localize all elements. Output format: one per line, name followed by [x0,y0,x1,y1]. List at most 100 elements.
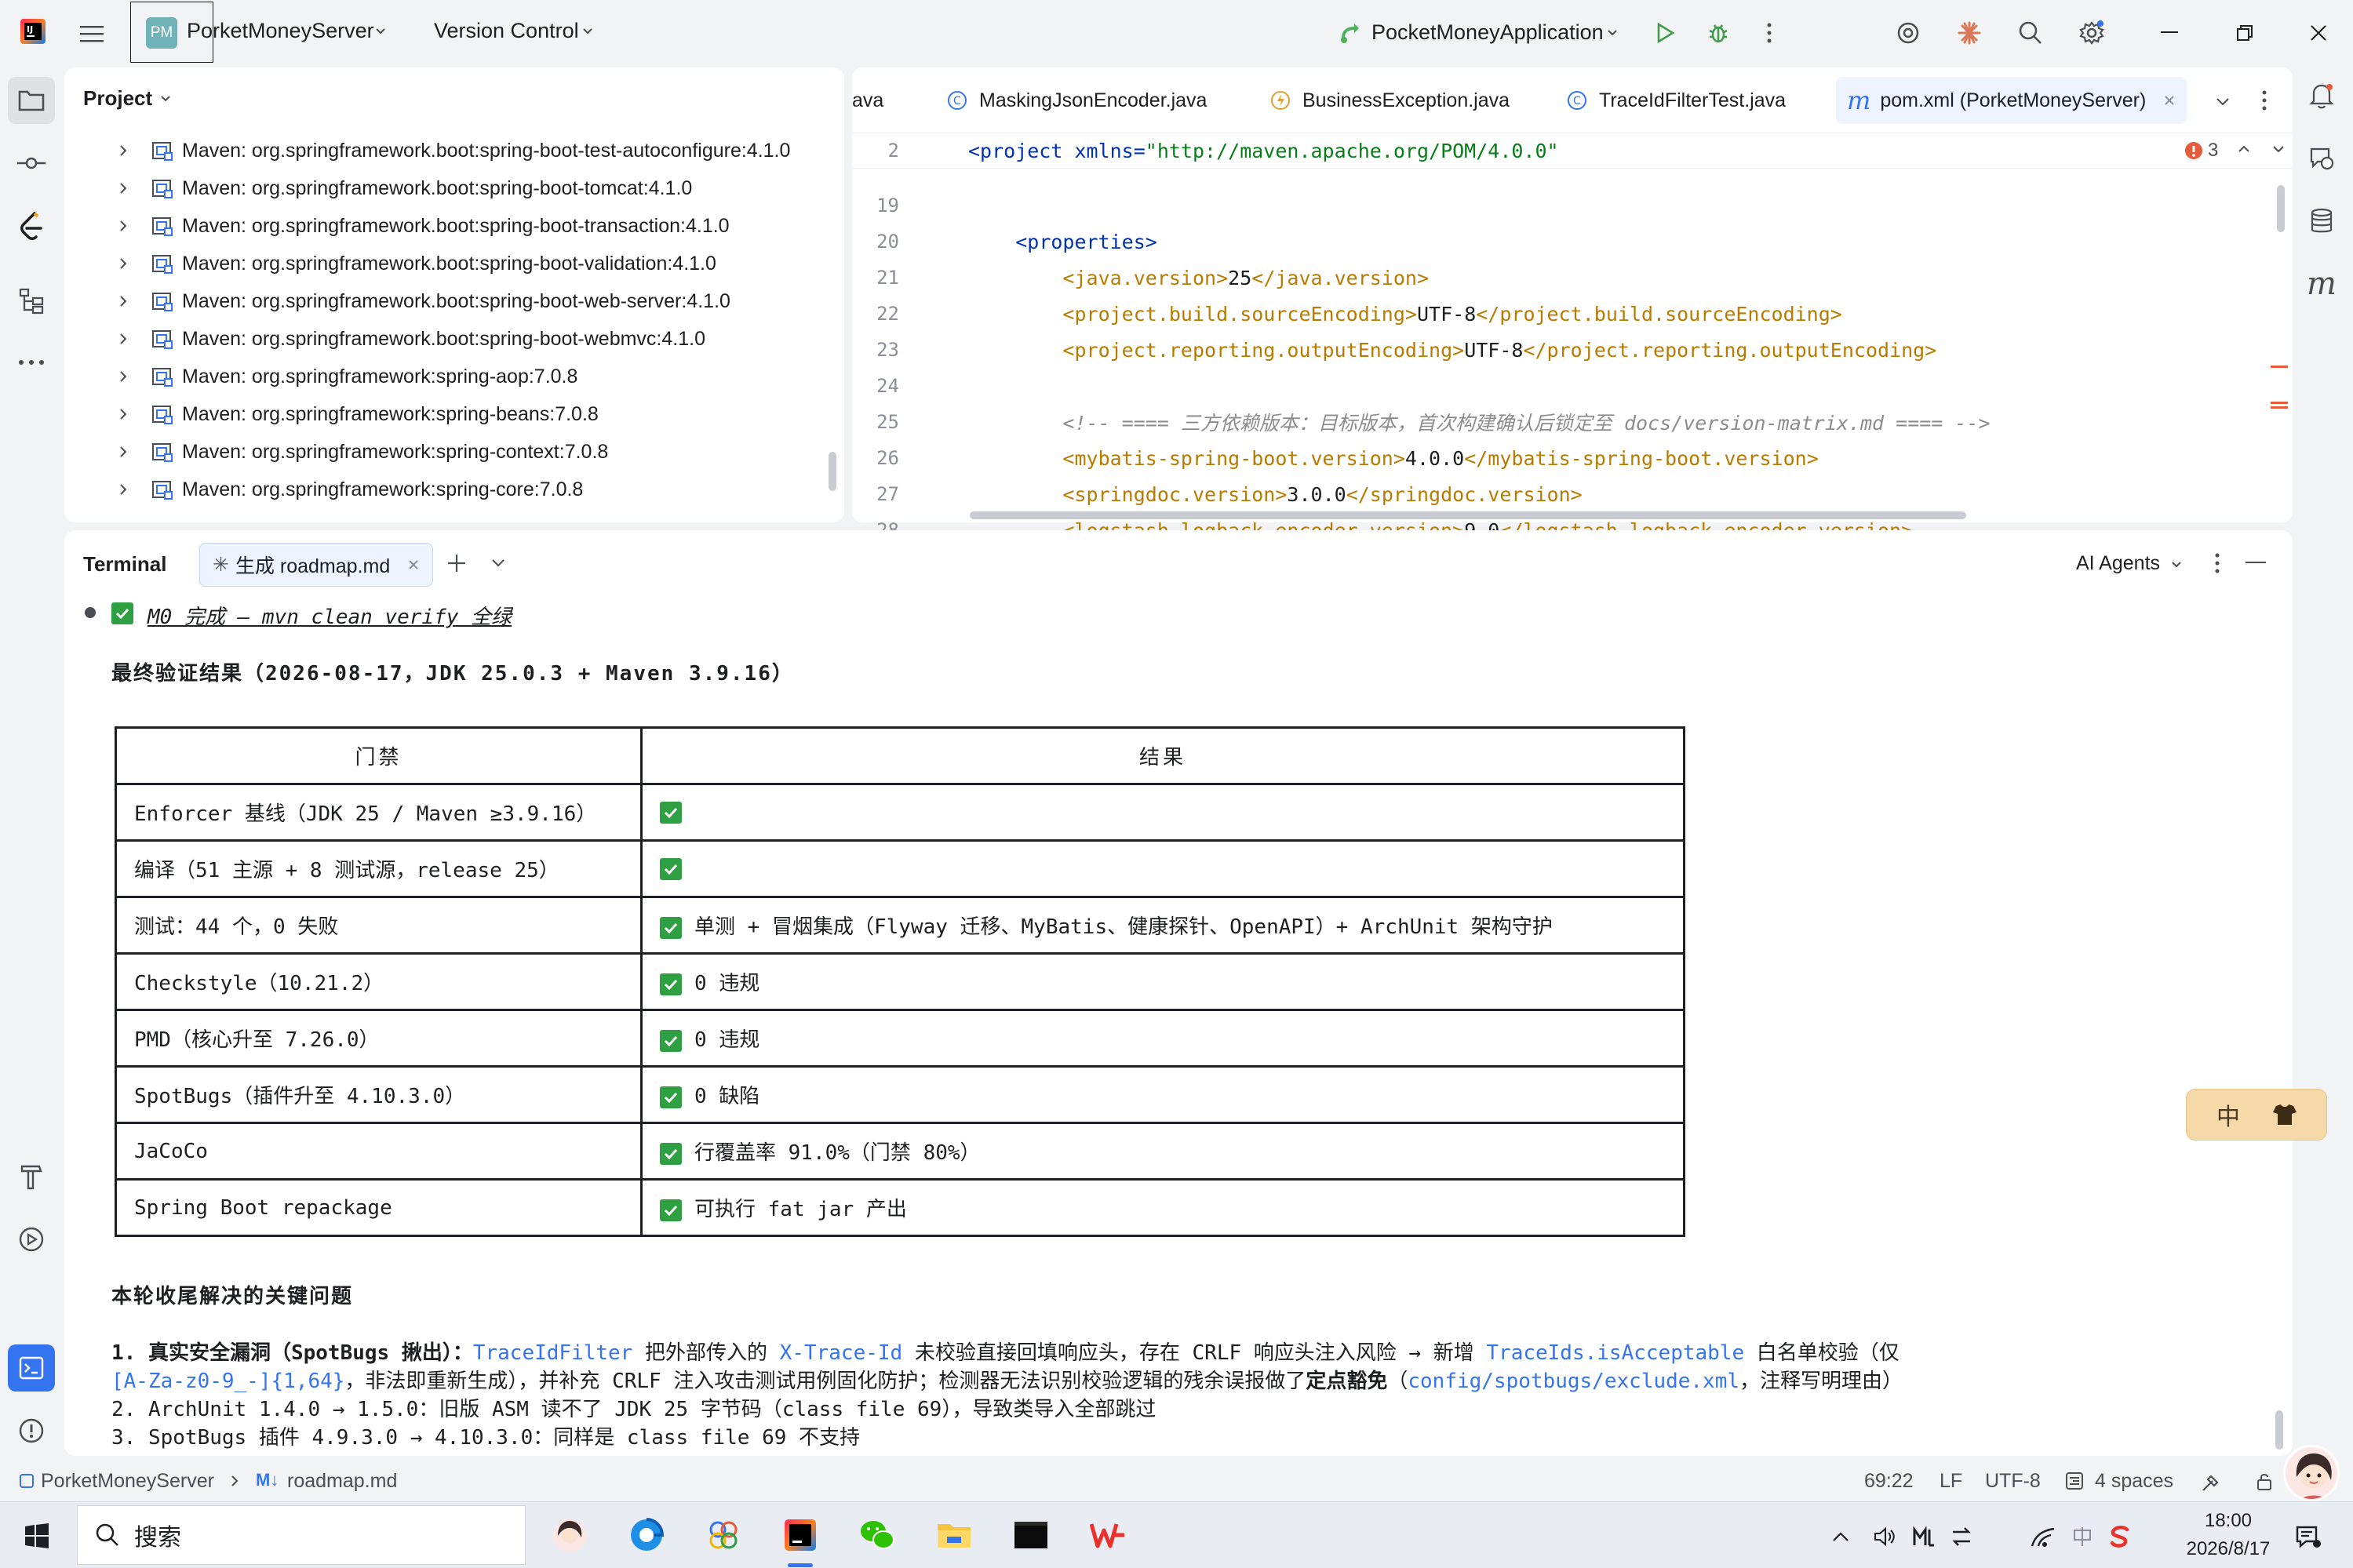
taskbar-file-explorer-icon[interactable] [932,1513,976,1557]
build-hammer-icon[interactable] [8,1153,55,1200]
leetcode-plugin-icon[interactable] [8,202,55,249]
code-line[interactable]: 24 [852,369,2280,403]
code-line[interactable]: 21 <java.version>25</java.version> [852,260,2280,295]
code-line[interactable]: 19 [852,188,2280,223]
terminal-scrollbar[interactable] [2275,1410,2283,1450]
expand-chevron-icon[interactable] [111,132,135,169]
tree-item[interactable]: Maven: org.springframework.boot:spring-b… [111,132,790,169]
code-line[interactable]: 27 <springdoc.version>3.0.0</springdoc.v… [852,477,2280,511]
main-menu-button[interactable] [74,16,110,52]
minimize-window-button[interactable] [2150,16,2189,50]
expand-chevron-icon[interactable] [111,395,135,433]
expand-chevron-icon[interactable] [111,433,135,471]
run-config-selector[interactable]: PocketMoneyApplication [1371,20,1604,45]
ime-tray-icon[interactable] [2067,1521,2098,1552]
indent-setting[interactable]: 4 spaces [2095,1470,2173,1493]
project-name[interactable]: PorketMoneyServer [187,19,374,43]
expand-chevron-icon[interactable] [111,320,135,358]
chevron-down-icon[interactable] [158,91,173,105]
code-line[interactable]: 23 <project.reporting.outputEncoding>UTF… [852,333,2280,367]
taskbar-wps-icon[interactable] [1086,1513,1130,1557]
tray-sync-icon[interactable] [1946,1521,1977,1552]
editor-tab-partial[interactable]: ava [852,67,883,133]
tree-item[interactable]: Maven: org.springframework.boot:spring-b… [111,169,692,207]
caret-position[interactable]: 69:22 [1864,1470,1914,1493]
settings-gear-icon[interactable] [2074,16,2109,50]
project-panel-title[interactable]: Project [83,86,152,111]
error-stripe-marker[interactable] [2271,406,2288,409]
restore-window-button[interactable] [2225,16,2264,50]
taskbar-terminal-icon[interactable] [1009,1513,1053,1557]
editor-tab-pom-xml[interactable]: m pom.xml (PorketMoneyServer) [1836,77,2187,124]
expand-chevron-icon[interactable] [111,169,135,207]
read-only-lock-icon[interactable] [2255,1472,2275,1492]
user-avatar[interactable] [2283,1445,2340,1501]
show-hidden-icons-chevron[interactable] [1825,1521,1856,1552]
breadcrumb-file[interactable]: roadmap.md [287,1470,397,1493]
vcs-menu[interactable]: Version Control [434,19,579,43]
claude-icon[interactable] [1952,16,1987,50]
tree-item[interactable]: Maven: org.springframework.boot:spring-b… [111,282,730,320]
tree-item[interactable]: Maven: org.springframework:spring-core:7… [111,471,583,508]
code-line[interactable]: 25 <!-- ==== 三方依赖版本：目标版本，首次构建确认后锁定至 docs… [852,405,2280,439]
editor-horizontal-scrollbar[interactable] [970,511,1966,519]
terminal-options-chevron-icon[interactable] [490,554,507,571]
line-separator[interactable]: LF [1940,1470,1962,1493]
file-encoding[interactable]: UTF-8 [1985,1470,2041,1493]
taskbar-app-avatar-icon[interactable] [548,1513,592,1557]
sogou-ime-icon[interactable] [2104,1521,2136,1552]
close-tab-icon[interactable] [2163,94,2176,107]
network-wifi-icon[interactable] [2027,1521,2059,1552]
terminal-more-icon[interactable] [2214,552,2220,574]
database-icon[interactable] [2298,199,2345,243]
notification-center-icon[interactable] [2289,1519,2324,1554]
more-tools-icon[interactable] [8,339,55,386]
taskbar-browser-icon[interactable] [625,1513,668,1557]
tab-list-chevron-icon[interactable] [2214,93,2231,110]
debug-icon[interactable] [1701,16,1736,50]
notifications-bell-icon[interactable] [2298,74,2345,118]
clock-time[interactable]: 18:00 [2189,1510,2267,1532]
taskbar-wechat-icon[interactable] [855,1513,899,1557]
tree-item[interactable]: Maven: org.springframework:spring-contex… [111,433,608,471]
problems-icon[interactable] [8,1407,55,1454]
project-scrollbar[interactable] [829,452,836,491]
code-area[interactable]: 2 <project xmlns="http://maven.apache.org… [852,133,2280,542]
maven-icon[interactable]: m [2298,262,2345,306]
services-icon[interactable] [8,1216,55,1263]
tree-item[interactable]: Maven: org.springframework:spring-aop:7.… [111,358,577,395]
terminal-session-tab[interactable]: ✳ 生成 roadmap.md [199,543,434,587]
expand-chevron-icon[interactable] [111,245,135,282]
expand-chevron-icon[interactable] [111,282,135,320]
editor-vertical-scrollbar[interactable] [2277,185,2285,232]
tree-item[interactable]: Maven: org.springframework.boot:spring-b… [111,245,716,282]
taskbar-app-flower-icon[interactable] [701,1513,745,1557]
tree-item[interactable]: Maven: org.springframework.boot:spring-b… [111,320,705,358]
inspection-icon[interactable] [2200,1472,2222,1493]
tray-app-icon[interactable] [1908,1521,1940,1552]
minimize-panel-icon[interactable] [2246,562,2266,565]
new-terminal-tab-plus-icon[interactable] [446,552,468,574]
ai-chat-icon[interactable] [2298,136,2345,180]
expand-chevron-icon[interactable] [111,471,135,508]
volume-icon[interactable] [1869,1521,1900,1552]
run-icon[interactable] [1648,16,1682,50]
editor-tab-business-exception[interactable]: BusinessException.java [1269,67,1510,133]
more-actions-icon[interactable] [1757,16,1781,50]
code-line[interactable]: 2 <project xmlns="http://maven.apache.org… [852,133,2280,168]
search-icon[interactable] [2013,16,2048,50]
editor-tab-trace-id-filter-test[interactable]: C TraceIdFilterTest.java [1566,67,1786,133]
tree-item[interactable]: Maven: org.springframework.boot:spring-b… [111,207,730,245]
editor-more-icon[interactable] [2261,89,2267,111]
ime-floating-widget[interactable]: 中 [2186,1089,2327,1141]
terminal-tool-icon[interactable] [8,1344,55,1392]
close-tab-icon[interactable] [407,558,420,571]
taskbar-intellij-icon[interactable] [778,1513,822,1557]
ai-assistant-icon[interactable] [1891,16,1925,50]
error-stripe-marker[interactable] [2271,402,2288,404]
expand-chevron-icon[interactable] [111,358,135,395]
close-window-button[interactable] [2299,16,2338,50]
ai-agents-button[interactable]: AI Agents [2076,552,2184,575]
code-line[interactable]: 22 <project.build.sourceEncoding>UTF-8</… [852,297,2280,331]
clock-date[interactable]: 2026/8/17 [2165,1538,2291,1560]
